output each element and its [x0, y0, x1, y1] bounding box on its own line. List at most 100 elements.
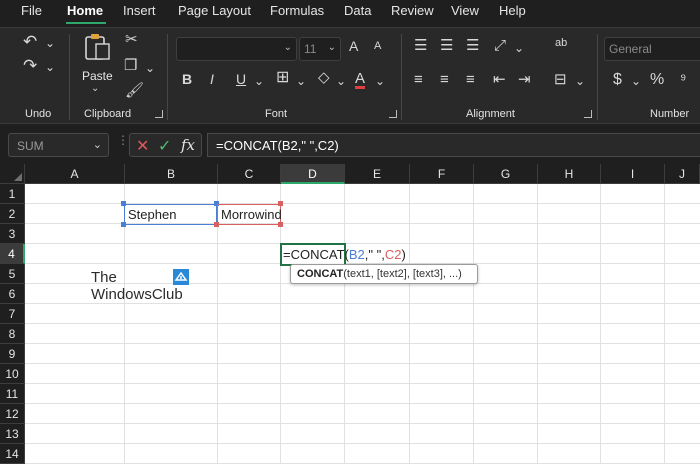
menu-review[interactable]: Review: [391, 3, 434, 18]
menu-view[interactable]: View: [451, 3, 479, 18]
copy-icon[interactable]: ❐: [124, 58, 137, 73]
wrap-text-icon[interactable]: ab: [555, 38, 567, 49]
comma-style-icon[interactable]: ⁹: [680, 72, 686, 87]
align-left-icon[interactable]: ≡: [414, 72, 423, 87]
font-launcher-icon[interactable]: [389, 110, 397, 118]
underline-dropdown-icon[interactable]: ⌄: [254, 75, 264, 87]
ref-handle[interactable]: [278, 222, 283, 227]
underline-button[interactable]: U: [236, 72, 246, 86]
enter-icon[interactable]: ✓: [158, 136, 171, 156]
column-header-b[interactable]: B: [125, 164, 218, 184]
bold-button[interactable]: B: [182, 72, 192, 86]
menu-formulas[interactable]: Formulas: [270, 3, 324, 18]
number-format-select[interactable]: General: [604, 37, 700, 61]
grow-font-icon[interactable]: A: [349, 39, 358, 53]
menu-data[interactable]: Data: [344, 3, 371, 18]
row-header-1[interactable]: 1: [0, 184, 25, 204]
cell-b2[interactable]: Stephen: [128, 207, 176, 222]
column-header-e[interactable]: E: [345, 164, 410, 184]
decrease-indent-icon[interactable]: ⇤: [493, 72, 506, 87]
ref-handle[interactable]: [278, 201, 283, 206]
worksheet-grid[interactable]: ABCDEFGHIJ 1 2 3 4 5 6 7 8 9 10 11 12 13 14 Stephen M…: [0, 164, 700, 464]
column-header-j[interactable]: J: [665, 164, 700, 184]
clipboard-launcher-icon[interactable]: [155, 110, 163, 118]
redo-dropdown-icon[interactable]: ⌄: [45, 61, 55, 73]
ref-handle[interactable]: [121, 201, 126, 206]
menu-home[interactable]: Home: [67, 3, 103, 18]
row-header-6[interactable]: 6: [0, 284, 25, 304]
font-name-select[interactable]: ⌄: [176, 37, 297, 61]
merge-center-icon[interactable]: ⊟: [554, 72, 567, 87]
row-header-4[interactable]: 4: [0, 244, 25, 264]
row-header-14[interactable]: 14: [0, 444, 25, 464]
insert-function-button[interactable]: fx: [181, 136, 195, 154]
select-all-button[interactable]: [0, 164, 25, 184]
function-tooltip[interactable]: CONCAT(text1, [text2], [text3], ...): [290, 264, 478, 284]
undo-icon[interactable]: ↶: [23, 33, 37, 50]
copy-dropdown-icon[interactable]: ⌄: [145, 62, 155, 74]
format-painter-icon[interactable]: 🖌: [125, 83, 144, 98]
column-header-c[interactable]: C: [218, 164, 281, 184]
row-header-3[interactable]: 3: [0, 224, 25, 244]
orientation-icon[interactable]: ⤢: [494, 38, 506, 53]
paste-button[interactable]: Paste ⌄: [79, 32, 115, 94]
redo-icon[interactable]: ↷: [23, 57, 37, 74]
ref-handle[interactable]: [214, 222, 219, 227]
name-box[interactable]: SUM ⌄: [8, 133, 109, 157]
grid-line: [344, 184, 345, 464]
font-color-dropdown-icon[interactable]: ⌄: [375, 75, 385, 87]
cancel-icon[interactable]: ✕: [136, 136, 149, 156]
column-header-a[interactable]: A: [25, 164, 125, 184]
menu-file[interactable]: File: [21, 3, 42, 18]
menu-help[interactable]: Help: [499, 3, 526, 18]
row-header-12[interactable]: 12: [0, 404, 25, 424]
fill-color-icon[interactable]: ◇: [318, 70, 330, 85]
font-size-select[interactable]: 11 ⌄: [299, 37, 341, 61]
align-top-icon[interactable]: ☰: [414, 38, 427, 53]
tooltip-args: (text1, [text2], [text3], ...): [343, 268, 462, 280]
menu-page-layout[interactable]: Page Layout: [178, 3, 251, 18]
percent-button[interactable]: %: [650, 72, 664, 88]
menu-bar: File Home Insert Page Layout Formulas Da…: [0, 0, 700, 24]
font-color-icon[interactable]: A: [355, 71, 366, 89]
column-header-h[interactable]: H: [538, 164, 601, 184]
group-separator: [167, 34, 168, 120]
cut-icon[interactable]: ✂: [125, 32, 138, 47]
orientation-dropdown-icon[interactable]: ⌄: [514, 42, 524, 54]
chevron-down-icon[interactable]: ⌄: [93, 138, 102, 151]
shrink-font-icon[interactable]: A: [374, 41, 381, 52]
column-header-d[interactable]: D: [281, 164, 345, 184]
menu-insert[interactable]: Insert: [123, 3, 156, 18]
row-header-5[interactable]: 5: [0, 264, 25, 284]
borders-dropdown-icon[interactable]: ⌄: [296, 75, 306, 87]
borders-icon[interactable]: ⊞: [276, 70, 289, 86]
align-middle-icon[interactable]: ☰: [440, 38, 453, 53]
row-header-7[interactable]: 7: [0, 304, 25, 324]
column-header-f[interactable]: F: [410, 164, 474, 184]
italic-button[interactable]: I: [210, 72, 214, 86]
row-header-11[interactable]: 11: [0, 384, 25, 404]
formula-input[interactable]: =CONCAT(B2," ",C2): [207, 133, 700, 157]
merge-dropdown-icon[interactable]: ⌄: [575, 75, 585, 87]
row-header-9[interactable]: 9: [0, 344, 25, 364]
currency-button[interactable]: $: [613, 72, 622, 88]
align-bottom-icon[interactable]: ☰: [466, 38, 479, 53]
undo-dropdown-icon[interactable]: ⌄: [45, 37, 55, 49]
align-right-icon[interactable]: ≡: [466, 72, 475, 87]
ref-handle[interactable]: [121, 222, 126, 227]
cell-c2[interactable]: Morrowind: [221, 207, 282, 222]
alignment-launcher-icon[interactable]: [584, 110, 592, 118]
column-header-g[interactable]: G: [474, 164, 538, 184]
active-cell-formula[interactable]: =CONCAT(B2," ",C2): [283, 247, 406, 262]
row-header-2[interactable]: 2: [0, 204, 25, 224]
row-header-13[interactable]: 13: [0, 424, 25, 444]
row-header-8[interactable]: 8: [0, 324, 25, 344]
row-header-10[interactable]: 10: [0, 364, 25, 384]
currency-dropdown-icon[interactable]: ⌄: [631, 75, 641, 87]
formula-part-close: ): [401, 247, 406, 262]
column-header-i[interactable]: I: [601, 164, 665, 184]
increase-indent-icon[interactable]: ⇥: [518, 72, 531, 87]
align-center-icon[interactable]: ≡: [440, 72, 449, 87]
watermark-line2: WindowsClub: [91, 286, 183, 303]
fill-color-dropdown-icon[interactable]: ⌄: [336, 75, 346, 87]
